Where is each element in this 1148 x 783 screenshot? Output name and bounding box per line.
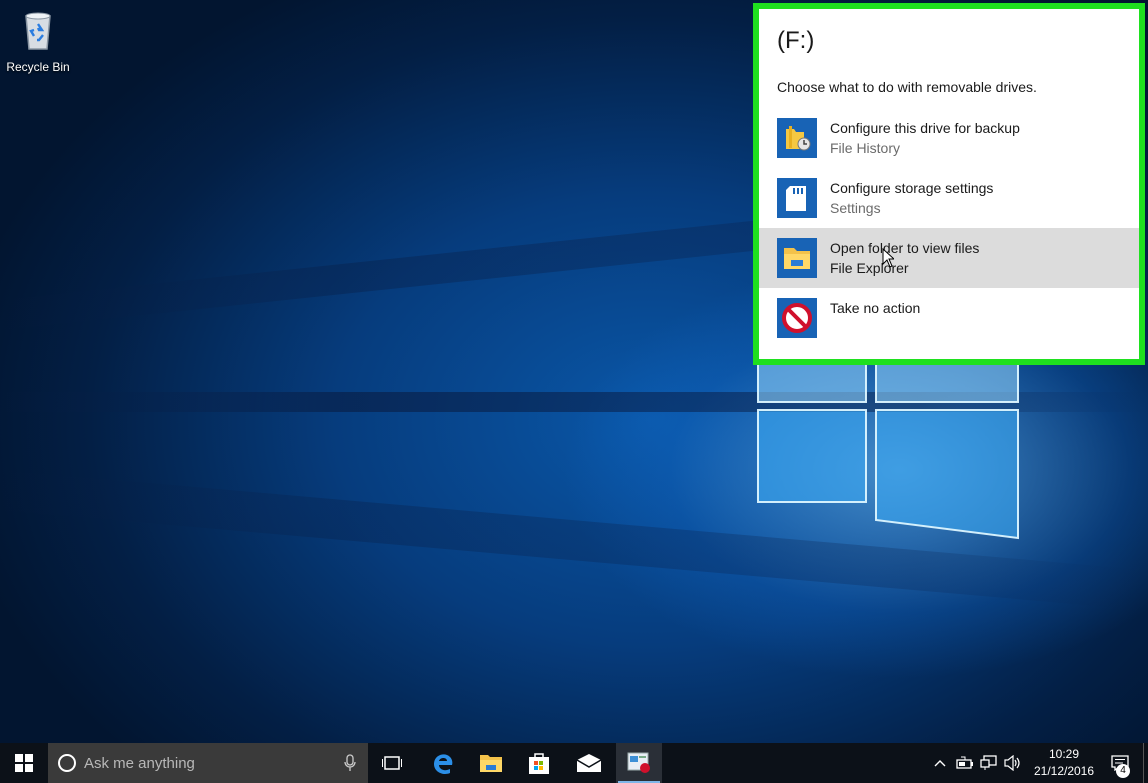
option-open-folder[interactable]: Open folder to view files File Explorer [759,228,1139,288]
taskbar-autoplay-app[interactable] [616,743,662,783]
wallpaper-window-logo [757,363,1019,540]
windows-logo-icon [15,754,33,772]
taskbar-store[interactable] [516,743,562,783]
taskbar-mail[interactable] [566,743,612,783]
mail-icon [576,754,602,772]
speaker-icon [1004,755,1020,771]
network-icon [980,755,997,770]
sd-card-icon [777,178,817,218]
option-backup[interactable]: Configure this drive for backup File His… [759,108,1139,168]
chevron-up-icon [934,760,946,767]
edge-icon [434,754,453,774]
tray-network[interactable] [978,743,1000,783]
mouse-pointer-icon [882,248,894,268]
tray-overflow-button[interactable] [930,743,950,783]
search-placeholder: Ask me anything [84,755,195,772]
tray-volume[interactable] [1002,743,1024,783]
tray-power[interactable] [954,743,976,783]
option-primary-text: Take no action [830,300,921,316]
option-take-no-action[interactable]: Take no action [759,288,1139,348]
option-storage-settings[interactable]: Configure storage settings Settings [759,168,1139,228]
cortana-icon [58,754,76,772]
taskbar: Ask me anything 10:29 21/12/2016 4 [0,743,1148,783]
folder-icon [777,238,817,278]
option-primary-text: Open folder to view files [830,240,980,256]
option-primary-text: Configure storage settings [830,180,994,196]
notification-count-badge: 4 [1116,764,1130,778]
option-secondary-text: File History [830,140,901,156]
recycle-bin-icon [25,12,51,50]
desktop-icon-recycle-bin[interactable]: Recycle Bin [4,8,72,75]
no-action-icon [777,298,817,338]
task-view-icon [382,756,402,770]
autoplay-flyout: (F:) Choose what to do with removable dr… [753,3,1145,365]
file-history-icon [777,118,817,158]
file-explorer-icon [480,755,502,772]
autoplay-prompt: Choose what to do with removable drives. [777,79,1037,95]
battery-icon [956,756,973,769]
store-icon [529,753,549,774]
clock-date: 21/12/2016 [1033,764,1095,778]
drive-title: (F:) [777,27,815,54]
option-primary-text: Configure this drive for backup [830,120,1020,136]
start-button[interactable] [0,743,48,783]
show-desktop-button[interactable] [1143,743,1148,783]
taskbar-file-explorer[interactable] [468,743,514,783]
taskbar-edge[interactable] [420,743,466,783]
system-clock[interactable]: 10:29 21/12/2016 [1028,746,1100,780]
option-secondary-text: File Explorer [830,260,909,276]
clock-time: 10:29 [1048,747,1080,761]
autoplay-app-icon [627,752,650,773]
option-secondary-text: Settings [830,200,881,216]
microphone-icon[interactable] [344,754,356,772]
recycle-bin-label: Recycle Bin [6,60,70,74]
task-view-button[interactable] [370,743,414,783]
cortana-search-box[interactable]: Ask me anything [48,743,368,783]
